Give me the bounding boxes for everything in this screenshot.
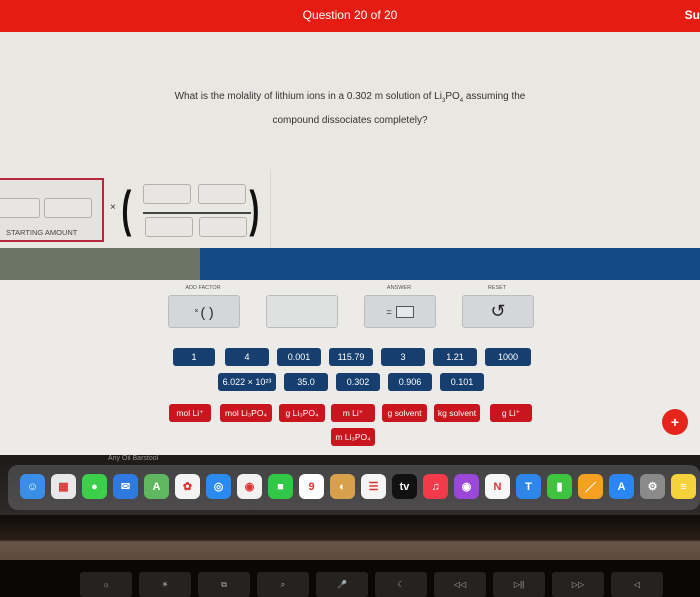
add-button[interactable]: +: [662, 409, 688, 435]
left-paren-icon: (: [121, 181, 132, 237]
numerator-value-slot[interactable]: [143, 184, 191, 204]
number-tile[interactable]: 1000: [485, 348, 531, 366]
number-tile[interactable]: 0.906: [388, 373, 432, 391]
dock-app-numbers-icon[interactable]: ▮: [547, 474, 572, 499]
macos-dock-area: Any Oil Barstool ☺ ▦ ● ✉ A ✿ ◎ ◉ ■ 9 ◐ ☰ tv ♫ ◉ N T ▮ ／ A ⚙ ≡: [0, 455, 700, 515]
dock-app-mail-icon[interactable]: ✉: [113, 474, 138, 499]
dock-app-podcasts-icon[interactable]: ◉: [454, 474, 479, 499]
number-tile[interactable]: 1: [173, 348, 215, 366]
dock-app-system-preferences-icon[interactable]: ⚙: [640, 474, 665, 499]
answer-button[interactable]: =: [364, 295, 436, 328]
dock-app-pages-icon[interactable]: ／: [578, 474, 603, 499]
question-text: What is the molality of lithium ions in …: [160, 87, 540, 131]
dock-app-reminders-icon[interactable]: ☰: [361, 474, 386, 499]
dock-app-finder-icon[interactable]: ☺: [20, 474, 45, 499]
add-factor-button[interactable]: × ( ): [168, 295, 240, 328]
dimensional-analysis-workspace: STARTING AMOUNT × ( ): [0, 170, 700, 248]
equals-icon: =: [386, 306, 392, 317]
right-paren-icon: ): [249, 181, 260, 237]
reset-label: RESET: [487, 285, 507, 291]
fraction-line: [143, 212, 251, 214]
dock-app-photos-icon[interactable]: ✿: [175, 474, 200, 499]
unit-tile[interactable]: g Li₃PO₄: [279, 404, 325, 422]
number-tile[interactable]: 0.302: [336, 373, 380, 391]
dock-app-safari-icon[interactable]: ◎: [206, 474, 231, 499]
unit-tile[interactable]: g solvent: [382, 404, 427, 422]
question-line2: compound dissociates completely?: [272, 115, 428, 126]
function-key[interactable]: ☼: [80, 572, 132, 597]
question-line1-pre: What is the molality of lithium ions in …: [174, 91, 442, 102]
dock-app-facetime-icon[interactable]: ■: [268, 474, 293, 499]
number-tile[interactable]: 6.022 × 10²³: [218, 373, 276, 391]
function-key[interactable]: ⧉: [198, 572, 250, 597]
number-tile[interactable]: 0.101: [440, 373, 484, 391]
number-tile[interactable]: 1.21: [433, 348, 477, 366]
dock-app-news-icon[interactable]: N: [485, 474, 510, 499]
unit-tile[interactable]: kg solvent: [434, 404, 480, 422]
empty-tool-slot: [266, 295, 338, 328]
starting-unit-slot[interactable]: [44, 198, 92, 218]
function-key[interactable]: 🎤: [316, 572, 368, 597]
denominator-value-slot[interactable]: [145, 217, 193, 237]
workspace-divider: [270, 170, 271, 248]
function-key[interactable]: ◁◁: [434, 572, 486, 597]
times-icon: ×: [194, 308, 199, 315]
dock-app-music-icon[interactable]: ♫: [423, 474, 448, 499]
unit-tile[interactable]: g Li⁺: [490, 404, 532, 422]
add-factor-label: ADD FACTOR: [185, 285, 221, 291]
answer-label: ANSWER: [386, 285, 412, 291]
answer-box-icon: [395, 305, 414, 318]
dock-app-maps-icon[interactable]: A: [144, 474, 169, 499]
starting-amount-label: STARTING AMOUNT: [6, 228, 78, 237]
dock-app-tv-icon[interactable]: tv: [392, 474, 417, 499]
starting-amount-box[interactable]: STARTING AMOUNT: [0, 178, 104, 242]
times-symbol: ×: [110, 202, 116, 213]
parentheses-icon: ( ): [200, 303, 214, 320]
dock-app-app-store-icon[interactable]: A: [609, 474, 634, 499]
band-grey: [0, 248, 200, 280]
function-key[interactable]: ⌕: [257, 572, 309, 597]
question-counter: Question 20 of 20: [302, 8, 398, 22]
function-key[interactable]: ☀: [139, 572, 191, 597]
undo-icon: ↺: [490, 301, 506, 321]
function-key[interactable]: ◁: [611, 572, 663, 597]
submit-button[interactable]: Su: [685, 8, 700, 22]
reset-button[interactable]: ↺: [462, 295, 534, 328]
number-tile[interactable]: 35.0: [284, 373, 328, 391]
top-bar: Question 20 of 20 Su: [0, 0, 700, 32]
denominator-unit-slot[interactable]: [199, 217, 247, 237]
unit-tile[interactable]: m Li₃PO₄: [331, 428, 375, 446]
starting-value-slot[interactable]: [0, 198, 40, 218]
browser-screen: Question 20 of 20 Su What is the molalit…: [0, 0, 700, 462]
question-line1-mid: PO: [445, 91, 460, 102]
dock-app-launchpad-icon[interactable]: ▦: [51, 474, 76, 499]
function-key[interactable]: ▷▷: [552, 572, 604, 597]
color-band: [0, 248, 700, 280]
laptop-bezel: [0, 515, 700, 560]
dock-app-messages-icon[interactable]: ●: [82, 474, 107, 499]
number-tile[interactable]: 0.001: [277, 348, 321, 366]
touch-bar-keys: ☼ ☀ ⧉ ⌕ 🎤 ☾ ◁◁ ▷|| ▷▷ ◁: [0, 572, 700, 597]
dock-app-contacts-icon[interactable]: ◐: [330, 474, 355, 499]
dock-app-notes-icon[interactable]: ≡: [671, 474, 696, 499]
dock-app-keynote-icon[interactable]: T: [516, 474, 541, 499]
number-tile[interactable]: 4: [225, 348, 269, 366]
dock-app-chrome-icon[interactable]: ◉: [237, 474, 262, 499]
number-tile[interactable]: 3: [381, 348, 425, 366]
window-title: Any Oil Barstool: [108, 455, 159, 462]
function-key[interactable]: ☾: [375, 572, 427, 597]
numerator-unit-slot[interactable]: [198, 184, 246, 204]
macos-dock: ☺ ▦ ● ✉ A ✿ ◎ ◉ ■ 9 ◐ ☰ tv ♫ ◉ N T ▮ ／ A ⚙ ≡: [8, 465, 700, 510]
unit-tile[interactable]: m Li⁺: [331, 404, 375, 422]
number-tile[interactable]: 115.79: [329, 348, 373, 366]
unit-tile[interactable]: mol Li₃PO₄: [220, 404, 272, 422]
question-line1-post: assuming the: [463, 91, 526, 102]
band-blue: [200, 248, 700, 280]
dock-app-calendar-icon[interactable]: 9: [299, 474, 324, 499]
function-key[interactable]: ▷||: [493, 572, 545, 597]
unit-tile[interactable]: mol Li⁺: [169, 404, 211, 422]
